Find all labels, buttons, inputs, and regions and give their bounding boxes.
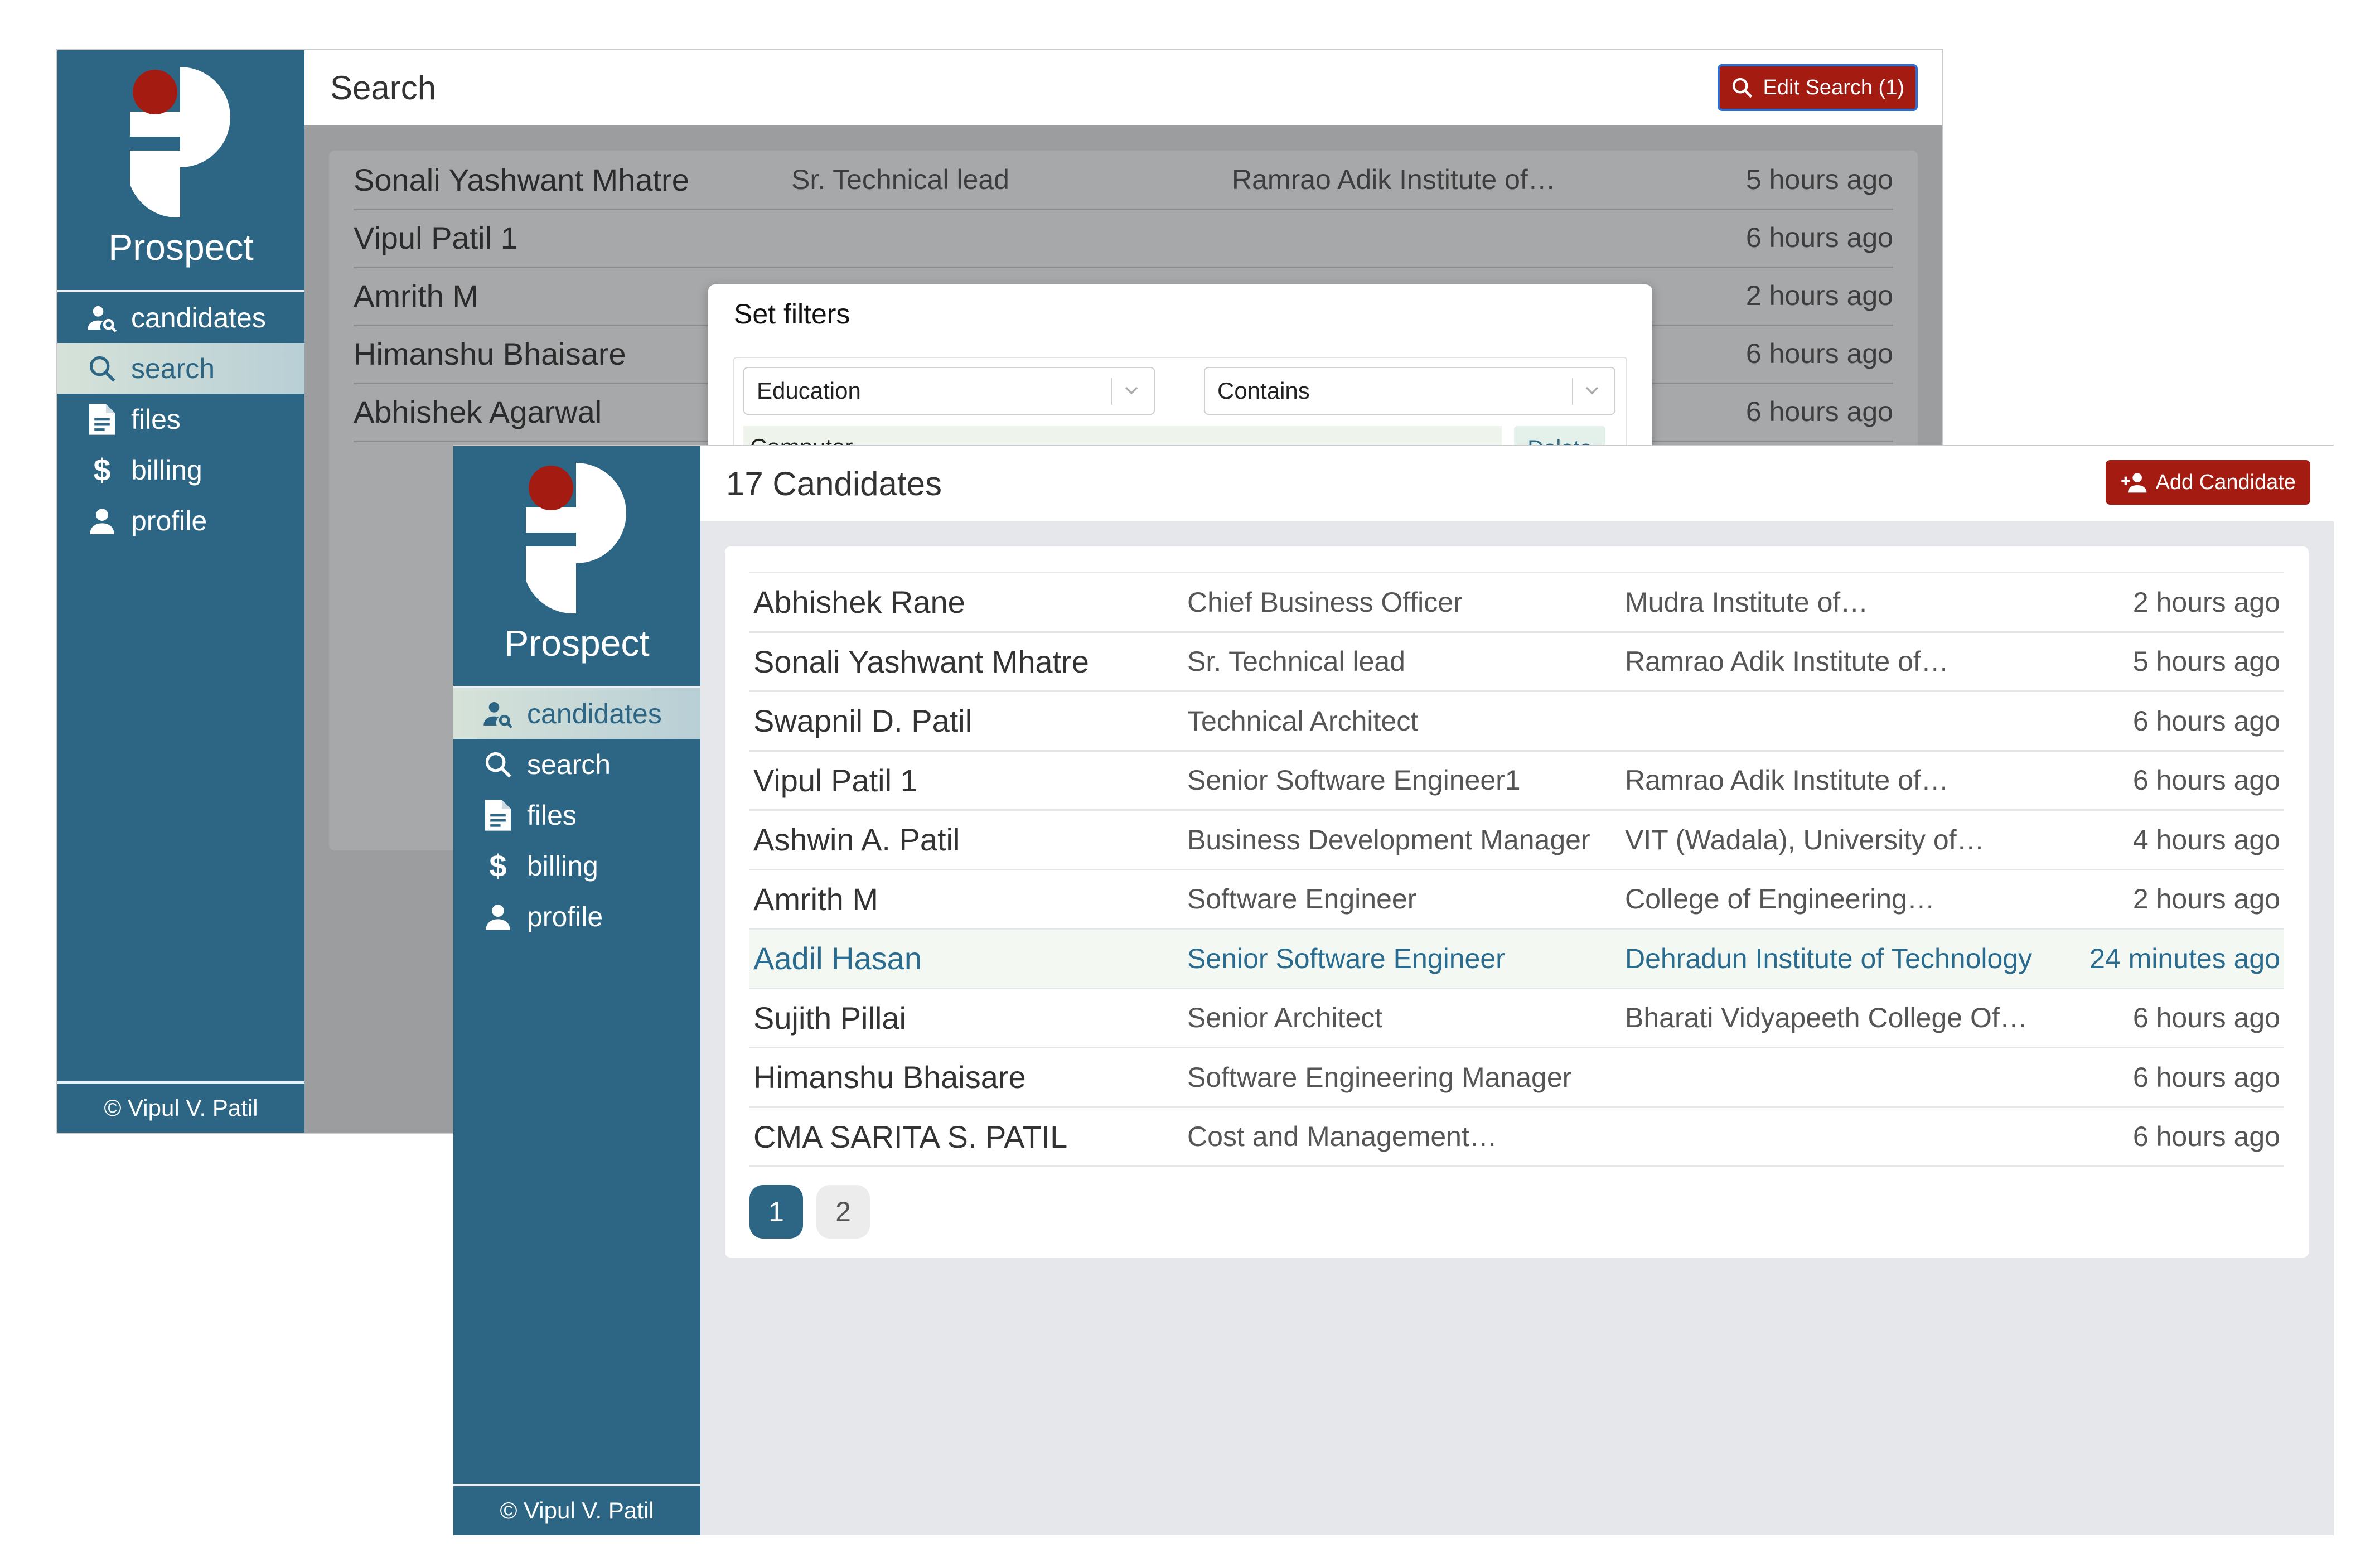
- sidebar-item-search[interactable]: search: [57, 343, 304, 394]
- brand-name: Prospect: [504, 622, 650, 664]
- edit-search-button[interactable]: Edit Search (1): [1717, 64, 1918, 111]
- table-row[interactable]: Abhishek Rane Chief Business Officer Mud…: [749, 573, 2284, 633]
- table-row[interactable]: Sonali Yashwant Mhatre Sr. Technical lea…: [749, 633, 2284, 692]
- add-candidate-button[interactable]: Add Candidate: [2105, 460, 2310, 505]
- table-row[interactable]: Vipul Patil 1 6 hours ago: [354, 209, 1893, 268]
- logo: Prospect: [453, 446, 700, 686]
- sidebar-item-label: billing: [131, 454, 202, 486]
- sidebar: Prospect candidates search files $ billi…: [57, 50, 304, 1133]
- table-row[interactable]: Sonali Yashwant Mhatre Sr. Technical lea…: [354, 151, 1893, 210]
- search-icon: [1732, 78, 1752, 98]
- table-row[interactable]: Vipul Patil 1 Senior Software Engineer1 …: [749, 752, 2284, 811]
- sidebar-nav: candidates search files $ billing profil…: [57, 292, 304, 546]
- table-row[interactable]: CMA SARITA S. PATIL Cost and Management……: [749, 1108, 2284, 1167]
- prospect-logo-icon: [526, 463, 626, 613]
- top-bar: Search Edit Search (1): [304, 50, 1942, 125]
- filter-operator-select[interactable]: Contains: [1204, 367, 1615, 415]
- sidebar-item-label: candidates: [527, 698, 662, 729]
- brand-name: Prospect: [108, 226, 254, 268]
- sidebar-item-files[interactable]: files: [453, 790, 700, 840]
- page-title: Search: [330, 69, 437, 107]
- table-row[interactable]: Ashwin A. Patil Business Development Man…: [749, 811, 2284, 870]
- file-icon: [85, 403, 119, 436]
- table-row[interactable]: Sujith Pillai Senior Architect Bharati V…: [749, 989, 2284, 1048]
- table-row-highlighted[interactable]: Aadil Hasan Senior Software Engineer Deh…: [749, 930, 2284, 989]
- search-icon: [481, 748, 515, 781]
- sidebar-item-label: search: [131, 352, 215, 384]
- modal-title: Set filters: [734, 298, 850, 330]
- page-title: 17 Candidates: [726, 465, 942, 502]
- chevron-down-icon: [1585, 386, 1599, 395]
- footer-copyright: © Vipul V. Patil: [57, 1081, 304, 1133]
- prospect-logo-icon: [130, 67, 230, 217]
- chevron-down-icon: [1125, 386, 1138, 395]
- sidebar-item-label: files: [131, 403, 181, 435]
- add-candidate-label: Add Candidate: [2155, 470, 2296, 494]
- sidebar-item-label: search: [527, 748, 611, 780]
- sidebar-item-label: billing: [527, 850, 598, 882]
- top-bar: 17 Candidates Add Candidate: [700, 446, 2334, 521]
- sidebar-nav: candidates search files $ billing profil…: [453, 688, 700, 942]
- logo: Prospect: [57, 50, 304, 290]
- footer-copyright: © Vipul V. Patil: [453, 1484, 700, 1535]
- person-icon: [85, 504, 119, 538]
- sidebar-item-label: profile: [131, 505, 207, 536]
- filter-field-select[interactable]: Education: [743, 367, 1155, 415]
- page-button-1[interactable]: 1: [749, 1185, 803, 1239]
- table-row[interactable]: Himanshu Bhaisare Software Engineering M…: [749, 1048, 2284, 1108]
- pagination: 1 2: [749, 1185, 870, 1239]
- dollar-icon: $: [93, 452, 111, 487]
- person-icon: [481, 900, 515, 934]
- sidebar-item-billing[interactable]: $ billing: [57, 444, 304, 495]
- sidebar-item-billing[interactable]: $ billing: [453, 840, 700, 891]
- candidates-window: Prospect candidates search files $ billi…: [453, 445, 2334, 1535]
- sidebar-item-files[interactable]: files: [57, 394, 304, 444]
- edit-search-label: Edit Search (1): [1763, 75, 1904, 99]
- main-content: Abhishek Rane Chief Business Officer Mud…: [700, 521, 2334, 1535]
- search-icon: [85, 352, 119, 385]
- sidebar-item-candidates[interactable]: candidates: [57, 292, 304, 343]
- sidebar-item-candidates[interactable]: candidates: [453, 688, 700, 739]
- candidates-card: Abhishek Rane Chief Business Officer Mud…: [725, 546, 2309, 1258]
- add-user-icon: [2121, 473, 2146, 493]
- sidebar-item-label: candidates: [131, 302, 266, 333]
- table-row[interactable]: Amrith M Software Engineer College of En…: [749, 870, 2284, 930]
- dollar-icon: $: [489, 848, 507, 883]
- user-search-icon: [85, 301, 119, 335]
- sidebar-item-search[interactable]: search: [453, 739, 700, 790]
- candidates-table: Abhishek Rane Chief Business Officer Mud…: [749, 572, 2284, 1167]
- sidebar-item-label: profile: [527, 901, 603, 932]
- page-button-2[interactable]: 2: [816, 1185, 870, 1239]
- sidebar-item-label: files: [527, 799, 577, 831]
- file-icon: [481, 799, 515, 832]
- table-row[interactable]: Swapnil D. Patil Technical Architect 6 h…: [749, 692, 2284, 752]
- user-search-icon: [481, 697, 515, 731]
- sidebar: Prospect candidates search files $ billi…: [453, 446, 700, 1535]
- sidebar-item-profile[interactable]: profile: [57, 495, 304, 546]
- sidebar-item-profile[interactable]: profile: [453, 891, 700, 942]
